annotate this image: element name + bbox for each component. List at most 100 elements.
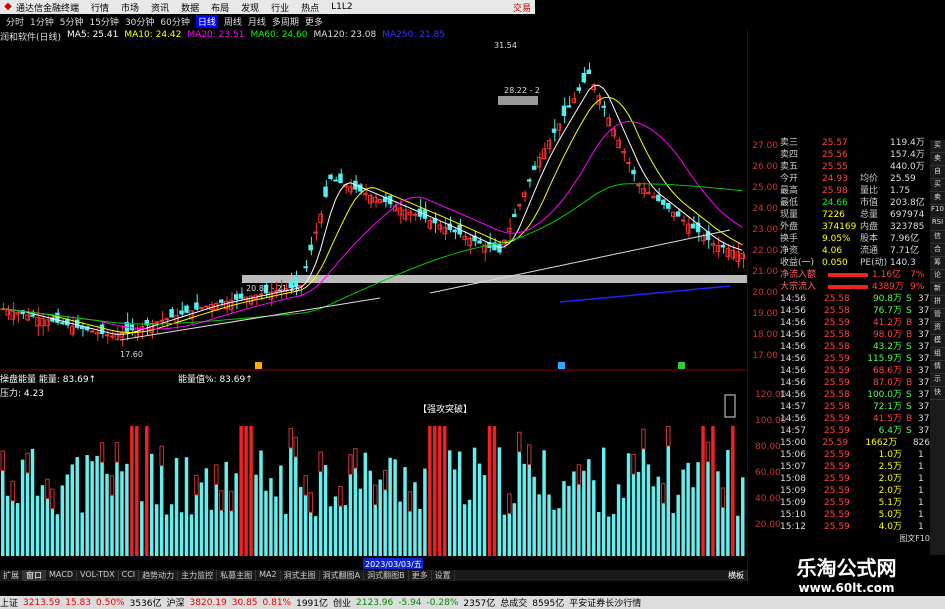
quote-panel: 卖三 25.57 119.4万 卖四 25.56 157.4万 卖五 25.55 440.0万今…	[780, 137, 930, 562]
side-tool-icon[interactable]: 新	[930, 283, 945, 296]
tick-row: 14:57 25.59 6.4万 S 37	[780, 425, 930, 437]
indicator-bar	[423, 468, 427, 556]
indicator-bar	[289, 447, 293, 556]
side-tool-icon[interactable]: 管	[930, 309, 945, 322]
indicator-tab[interactable]: 趋势动力	[139, 570, 179, 581]
indicator-bar	[50, 508, 55, 556]
indicator-bar	[507, 513, 512, 556]
indicator-bar	[592, 480, 596, 556]
indicator-tab[interactable]: VOL-TDX	[77, 570, 119, 581]
indicator-tab[interactable]: 洞式翻图A	[320, 570, 365, 581]
indicator-bar	[174, 457, 179, 556]
indicator-tab[interactable]: 扩展	[0, 570, 23, 581]
quote-right: 1.75	[890, 186, 911, 196]
tick-row: 14:56 25.58 90.8万 S 37	[780, 293, 930, 305]
indicator-bar	[214, 484, 219, 556]
tick-price: 25.59	[824, 354, 850, 364]
indicator-tab[interactable]: CCI	[119, 570, 140, 581]
candle-body	[517, 204, 522, 207]
side-tool-icon[interactable]: 拼	[930, 296, 945, 309]
side-tool-icon[interactable]: 买	[930, 140, 945, 153]
tick-price: 25.58	[824, 402, 850, 412]
tick-count: 1	[918, 498, 924, 508]
ma-line	[2, 120, 743, 330]
tick-time: 15:07	[780, 462, 806, 472]
indicator-tab[interactable]: 主力监控	[178, 570, 218, 581]
side-tool-icon[interactable]: 买	[930, 179, 945, 192]
price-tick: 26.00	[752, 162, 778, 172]
indicator-bar	[348, 474, 353, 556]
indicator-tab[interactable]: 设置	[432, 570, 455, 581]
indicator-tab[interactable]: 更多	[409, 570, 432, 581]
side-tool-icon[interactable]: 卖	[930, 153, 945, 166]
candle-body	[303, 266, 308, 269]
side-tool-icon[interactable]: 示	[930, 374, 945, 387]
tick-row: 14:56 25.58 43.2万 S 37	[780, 341, 930, 353]
pressure-bar	[50, 488, 55, 510]
indicator-tab[interactable]: 窗口	[23, 570, 46, 581]
indicator-bar	[502, 514, 507, 556]
side-tool-icon[interactable]: 情	[930, 361, 945, 374]
tick-price: 25.59	[824, 474, 850, 484]
indicator-bar	[497, 447, 502, 556]
tick-row: 15:07 25.59 2.5万 1	[780, 461, 930, 473]
tick-price: 25.59	[824, 510, 850, 520]
side-tool-icon[interactable]: 快	[930, 387, 945, 400]
status-item: 上证	[0, 599, 19, 609]
layout-toggle[interactable]: 横板	[725, 570, 748, 581]
status-item: 2123.96	[356, 597, 394, 608]
kline-chart[interactable]: 31.54 28.22 - 2 17.60 20.87 - 21.25 【强攻突破】 20…	[0, 0, 748, 570]
flow-label: 大宗流入	[780, 282, 817, 292]
pressure-bar	[228, 490, 234, 512]
indicator-bar	[547, 494, 551, 556]
indicator-bar	[492, 426, 497, 556]
side-tool-icon[interactable]: 自	[930, 166, 945, 179]
tick-volume: 2.0万	[878, 474, 902, 484]
tick-row: 15:08 25.59 2.0万 1	[780, 473, 930, 485]
tick-time: 15:08	[780, 474, 806, 484]
tick-count: 37	[918, 390, 930, 400]
tick-volume: 1.0万	[878, 450, 902, 460]
side-tool-icon[interactable]: 资	[930, 322, 945, 335]
quote-row: 卖五 25.55 440.0万	[780, 161, 930, 173]
side-tool-icon[interactable]: F10	[930, 205, 945, 218]
flow-bar	[828, 285, 868, 289]
indicator-bar	[125, 463, 129, 556]
indicator-bar	[303, 495, 308, 556]
quote-spacer	[860, 137, 890, 149]
indicator-tab[interactable]: 私募主图	[217, 570, 257, 581]
indicator-tab[interactable]: 洞式主图	[281, 570, 320, 581]
side-tool-icon[interactable]: 模	[930, 335, 945, 348]
side-tool-icon[interactable]: 合	[930, 244, 945, 257]
indicator-tick: 40.00	[755, 494, 781, 504]
side-tool-icon[interactable]: 组	[930, 348, 945, 361]
pressure-bar	[0, 450, 5, 472]
candle-body	[680, 219, 686, 222]
side-tool-icon[interactable]: 筹	[930, 257, 945, 270]
flow-row: 净流入额 1.16亿 7%	[780, 269, 930, 281]
indicator-tab[interactable]: MACD	[46, 570, 77, 581]
f10-link[interactable]: 图文F10	[780, 533, 930, 544]
candle-body	[512, 213, 517, 218]
side-tool-icon[interactable]: 论	[930, 270, 945, 283]
tick-price: 25.58	[824, 390, 850, 400]
candle-body	[720, 244, 726, 248]
side-tool-icon[interactable]: 信	[930, 231, 945, 244]
indicator-bar	[219, 510, 223, 556]
indicator-bar	[80, 512, 84, 556]
indicator-bar	[731, 426, 735, 556]
indicator-tab[interactable]: 洞式翻图B	[364, 570, 409, 581]
tick-volume: 76.7万	[872, 306, 902, 316]
side-tool-icon[interactable]: RSI	[930, 218, 945, 231]
indicator-bar	[462, 504, 467, 556]
indicator-tab[interactable]: MA2	[256, 570, 281, 581]
candle-body	[89, 330, 95, 333]
tick-time: 14:57	[780, 402, 806, 412]
quote-value: 24.66	[822, 198, 848, 208]
tick-volume: 115.9万	[867, 354, 902, 364]
indicator-bar	[378, 479, 382, 556]
indicator-bar	[716, 471, 720, 556]
status-item: 1991亿	[296, 599, 328, 609]
indicator-bar	[194, 494, 199, 556]
side-tool-icon[interactable]: 卖	[930, 192, 945, 205]
